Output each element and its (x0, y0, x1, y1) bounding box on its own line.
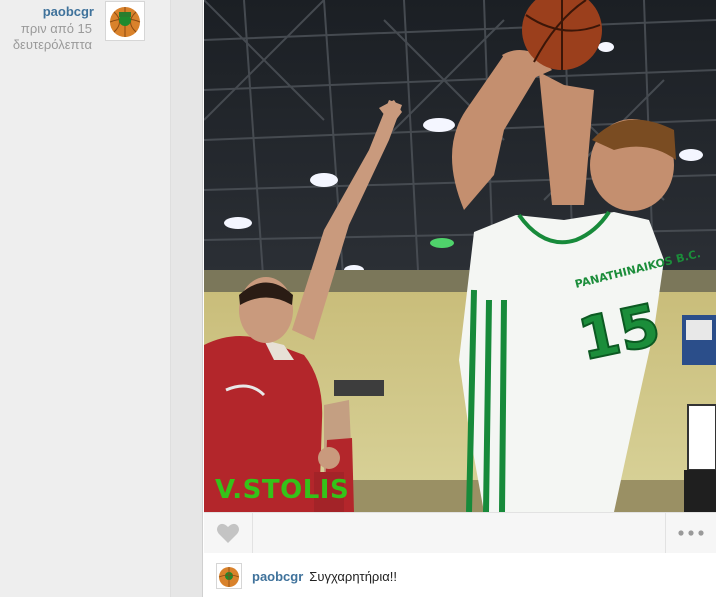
gutter (170, 0, 203, 597)
basketball-photo: 15 PANATHINAIKOS B.C. (204, 0, 716, 512)
comment-text: paobcgr Συγχαρητήρια!! (252, 569, 397, 584)
left-column: paobcgr πριν από 15 δευτερόλεπτα (0, 0, 170, 597)
comment-row: paobcgr Συγχαρητήρια!! (204, 553, 716, 597)
comment-username[interactable]: paobcgr (252, 569, 303, 584)
more-options-button[interactable] (665, 513, 716, 553)
heart-icon (217, 523, 239, 543)
like-button[interactable] (204, 513, 253, 553)
post-timestamp: πριν από 15 (20, 21, 92, 36)
club-logo-icon (217, 564, 241, 588)
comment-body: Συγχαρητήρια!! (309, 569, 397, 584)
comment-avatar[interactable] (216, 563, 242, 589)
club-logo-icon (106, 2, 144, 40)
action-bar (204, 512, 716, 554)
photo-overlay-text: V.STOLIS (215, 475, 350, 505)
post-card: 15 PANATHINAIKOS B.C. V.STOLIS paobcgr Σ… (202, 0, 716, 597)
avatar[interactable] (105, 1, 145, 41)
ellipsis-icon (678, 530, 704, 536)
post-photo[interactable]: 15 PANATHINAIKOS B.C. V.STOLIS (204, 0, 716, 512)
post-username[interactable]: paobcgr (0, 4, 94, 19)
post-timestamp-unit: δευτερόλεπτα (12, 37, 92, 52)
